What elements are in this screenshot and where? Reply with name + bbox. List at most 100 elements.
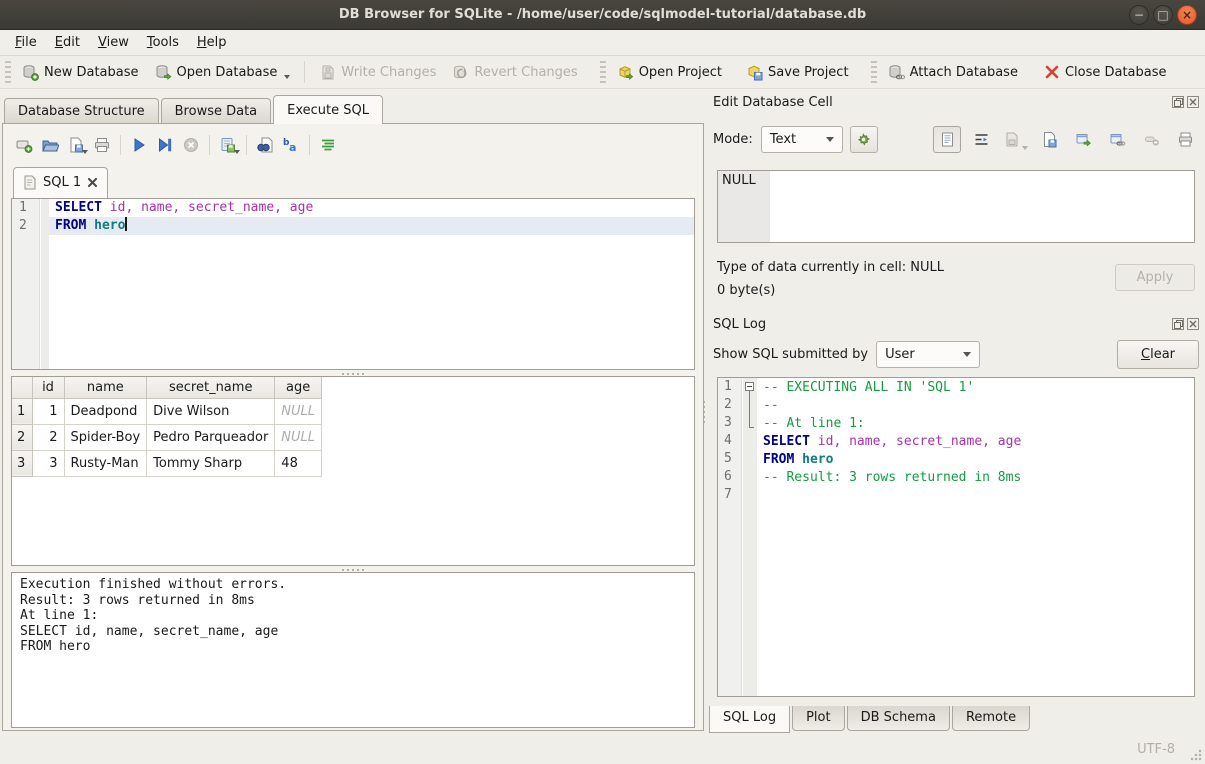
float-dock-button[interactable] <box>1172 318 1184 330</box>
toolbar-grip[interactable] <box>871 61 877 83</box>
execute-all-button[interactable] <box>126 132 152 158</box>
cell-age[interactable]: NULL <box>275 398 322 424</box>
auto-format-button[interactable]: ba <box>278 132 304 158</box>
corner-header-cell[interactable] <box>12 377 32 398</box>
clear-log-button[interactable]: Clear <box>1117 340 1199 369</box>
close-tab-icon[interactable] <box>87 177 98 188</box>
close-database-label: Close Database <box>1065 65 1167 80</box>
menu-help[interactable]: Help <box>188 32 236 53</box>
save-sql-dropdown-icon <box>82 150 88 154</box>
menu-file[interactable]: File <box>6 32 46 53</box>
cell-id[interactable]: 3 <box>32 450 64 476</box>
save-results-button[interactable] <box>215 132 241 158</box>
open-sql-file-button[interactable] <box>37 132 63 158</box>
toolbar-grip[interactable] <box>5 61 11 83</box>
mode-select[interactable]: Text <box>761 126 843 153</box>
export-data-button[interactable] <box>1035 126 1063 153</box>
word-wrap-button[interactable] <box>967 126 995 153</box>
close-dock-button[interactable] <box>1187 318 1199 330</box>
log-code-area[interactable]: -- EXECUTING ALL IN 'SQL 1' -- -- At lin… <box>757 378 1194 696</box>
column-header-id[interactable]: id <box>32 377 64 398</box>
execute-current-line-button[interactable] <box>152 132 178 158</box>
open-project-button[interactable]: Open Project <box>609 59 730 86</box>
cell-secret-name[interactable]: Pedro Parqueador <box>147 424 275 450</box>
tab-sql-log[interactable]: SQL Log <box>709 706 790 733</box>
log-fold-margin <box>743 378 757 696</box>
editor-code-area[interactable]: SELECT id, name, secret_name, age FROM h… <box>49 199 694 369</box>
text-mode-button[interactable] <box>933 126 961 153</box>
tab-plot[interactable]: Plot <box>792 706 845 731</box>
attach-database-button[interactable]: Attach Database <box>880 59 1026 86</box>
menu-tools[interactable]: Tools <box>138 32 188 53</box>
auto-switch-mode-button[interactable] <box>850 126 878 153</box>
menu-bar: File Edit View Tools Help <box>0 30 1205 56</box>
cell-name[interactable]: Spider-Boy <box>64 424 147 450</box>
toggle-comment-button[interactable] <box>315 132 341 158</box>
new-database-label: New Database <box>44 65 139 80</box>
sql-log-view[interactable]: 1 2 3 4 5 6 7 -- EXECUTING ALL IN 'SQL 1… <box>717 377 1195 697</box>
row-number-cell[interactable]: 1 <box>12 398 32 424</box>
close-database-button[interactable]: Close Database <box>1036 59 1175 85</box>
cell-id[interactable]: 1 <box>32 398 64 424</box>
sql-tab-label: SQL 1 <box>43 175 81 190</box>
tab-browse-data[interactable]: Browse Data <box>161 98 272 124</box>
cell-name[interactable]: Deadpond <box>64 398 147 424</box>
toolbar-grip[interactable] <box>600 61 606 83</box>
cell-secret-name[interactable]: Dive Wilson <box>147 398 275 424</box>
tab-db-schema[interactable]: DB Schema <box>847 706 950 731</box>
line-number: 7 <box>718 486 741 504</box>
close-database-icon <box>1044 64 1060 80</box>
editor-toolbar-separator <box>120 135 121 155</box>
close-icon: × <box>1182 9 1192 21</box>
title-bar[interactable]: DB Browser for SQLite - /home/user/code/… <box>0 0 1205 30</box>
float-dock-button[interactable] <box>1172 96 1184 108</box>
tab-execute-sql[interactable]: Execute SQL <box>273 95 383 124</box>
execute-sql-page: ba SQL 1 1 2 <box>2 123 704 731</box>
resize-grip[interactable] <box>1189 748 1202 761</box>
execution-message-area[interactable]: Execution finished without errors. Resul… <box>11 572 695 728</box>
save-project-button[interactable]: Save Project <box>738 59 857 86</box>
open-external-button[interactable] <box>1069 126 1097 153</box>
row-number-cell[interactable]: 3 <box>12 450 32 476</box>
copy-link-button[interactable] <box>1103 126 1131 153</box>
sql-document-tab[interactable]: SQL 1 <box>13 167 108 198</box>
menu-edit[interactable]: Edit <box>46 32 89 53</box>
print-cell-button[interactable] <box>1171 126 1199 153</box>
print-sql-button[interactable] <box>89 132 115 158</box>
submitted-by-select[interactable]: User <box>876 341 980 368</box>
new-database-button[interactable]: New Database <box>14 59 147 86</box>
sql-editor[interactable]: 1 2 SELECT id, name, secret_name, age FR… <box>11 198 695 370</box>
tab-database-structure[interactable]: Database Structure <box>4 98 159 124</box>
editor-toolbar-separator <box>209 135 210 155</box>
editor-fold-margin <box>41 199 49 369</box>
find-replace-button[interactable] <box>252 132 278 158</box>
new-tab-button[interactable] <box>11 132 37 158</box>
cell-secret-name[interactable]: Tommy Sharp <box>147 450 275 476</box>
fold-marker-icon[interactable] <box>745 382 754 391</box>
splitter-handle-icon <box>342 569 364 571</box>
minimize-button[interactable]: − <box>1129 5 1149 25</box>
open-database-button[interactable]: Open Database <box>147 59 299 86</box>
close-icon <box>1189 98 1197 106</box>
row-number-cell[interactable]: 2 <box>12 424 32 450</box>
save-sql-file-button[interactable] <box>63 132 89 158</box>
cell-name[interactable]: Rusty-Man <box>64 450 147 476</box>
cell-age[interactable]: 48 <box>275 450 322 476</box>
chevron-down-icon <box>826 137 834 142</box>
results-header-row: id name secret_name age <box>12 377 322 398</box>
column-header-age[interactable]: age <box>275 377 322 398</box>
close-button[interactable]: × <box>1177 5 1197 25</box>
column-header-name[interactable]: name <box>64 377 147 398</box>
column-header-secret-name[interactable]: secret_name <box>147 377 275 398</box>
set-null-icon <box>1143 131 1160 148</box>
cell-value-editor[interactable]: NULL <box>717 170 1195 243</box>
sql-document-tab-bar: SQL 1 <box>13 167 108 198</box>
cell-age[interactable]: NULL <box>275 424 322 450</box>
results-grid[interactable]: id name secret_name age 1 1 Deadpond Div… <box>11 376 695 566</box>
tab-remote[interactable]: Remote <box>952 706 1030 731</box>
cell-id[interactable]: 2 <box>32 424 64 450</box>
encoding-indicator[interactable]: UTF-8 <box>1137 742 1175 757</box>
maximize-button[interactable]: □ <box>1153 5 1173 25</box>
close-dock-button[interactable] <box>1187 96 1199 108</box>
menu-view[interactable]: View <box>89 32 138 53</box>
